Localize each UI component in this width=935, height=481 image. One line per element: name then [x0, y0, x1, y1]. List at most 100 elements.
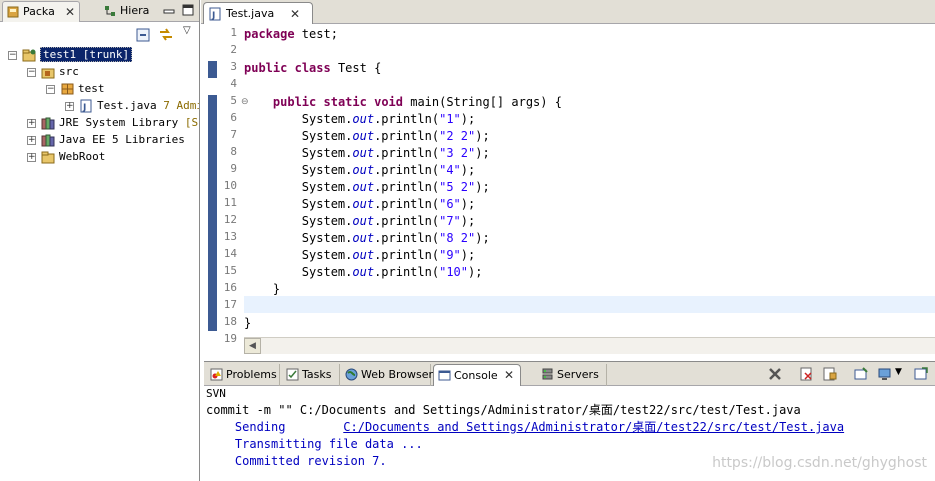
expand-toggle-icon[interactable]: +: [27, 153, 36, 162]
code-text: .println(: [374, 112, 440, 126]
code-line: System.out.println("10");: [244, 264, 483, 281]
tree-item-decoration: 7 Admi: [156, 99, 200, 112]
code-string: "6": [439, 197, 461, 211]
console-text: Committed revision 7.: [206, 454, 387, 468]
expand-toggle-icon[interactable]: +: [27, 136, 36, 145]
tree-item-label: JRE System Library: [59, 116, 179, 129]
code-line: public static void main(String[] args) {: [244, 94, 562, 111]
console-icon: [438, 370, 451, 381]
display-console-icon[interactable]: [877, 367, 893, 381]
file-link[interactable]: C:/Documents and Settings/Administrator/…: [343, 420, 844, 434]
collapse-toggle-icon[interactable]: −: [27, 68, 36, 77]
tab-problems[interactable]: Problems: [206, 364, 280, 386]
tab-test-java[interactable]: J Test.java ✕: [203, 2, 313, 24]
tab-hierarchy[interactable]: Hiera: [100, 1, 160, 22]
collapse-all-icon[interactable]: [136, 28, 150, 42]
close-icon[interactable]: ✕: [290, 7, 300, 21]
line-number: 19: [223, 332, 237, 345]
code-string: "8 2": [439, 231, 476, 245]
pin-console-icon[interactable]: [853, 367, 869, 381]
left-tab-bar: Packa ✕ Hiera: [0, 0, 199, 22]
code-text: System.: [244, 214, 353, 228]
tree-item-webroot[interactable]: + WebRoot: [0, 149, 199, 166]
console-line: Transmitting file data ...: [206, 436, 423, 453]
tree-item-src[interactable]: − src: [0, 64, 199, 81]
code-field: out: [352, 197, 375, 211]
clear-console-icon[interactable]: [799, 367, 815, 381]
tab-servers[interactable]: Servers: [537, 364, 607, 386]
source-folder-icon: [41, 65, 56, 79]
console-text: Sending: [206, 420, 344, 434]
package-explorer-panel: Packa ✕ Hiera ▽ − test1 [trunk] − src − test +…: [0, 0, 200, 481]
tree-item-text: WebRoot: [59, 150, 105, 163]
tree-item-text: Java EE 5 Libraries: [59, 133, 185, 146]
link-with-editor-icon[interactable]: [158, 27, 174, 42]
view-menu-icon[interactable]: ▽: [183, 25, 191, 36]
terminate-icon[interactable]: [767, 367, 783, 381]
tree-item-java-ee-libraries[interactable]: + Java EE 5 Libraries: [0, 132, 199, 149]
line-number-gutter: 1 2 3 4 5 6 7 8 9 10 11 12 13 14 15 16 17 18 19 ⊖: [219, 24, 249, 345]
tasks-icon: [286, 368, 299, 381]
editor-tab-bar: J Test.java ✕: [201, 0, 935, 24]
open-console-icon[interactable]: [913, 367, 929, 381]
collapse-toggle-icon[interactable]: −: [8, 51, 17, 60]
scroll-lock-icon[interactable]: [822, 367, 838, 381]
console-text: commit -m "" C:/Documents and Settings/A…: [206, 403, 801, 417]
line-number: 5: [230, 94, 237, 107]
tab-label: Web Browser: [361, 368, 434, 381]
tab-label: Hiera: [120, 4, 150, 17]
code-text: .println(: [374, 214, 440, 228]
code-text: .println(: [374, 248, 440, 262]
code-line: }: [244, 281, 280, 298]
line-number: 15: [223, 264, 237, 277]
tree-item-label: Java EE 5 Libraries: [59, 133, 185, 146]
code-field: out: [352, 180, 375, 194]
tab-label: Tasks: [302, 368, 332, 381]
collapse-toggle-icon[interactable]: −: [46, 85, 55, 94]
line-number: 13: [223, 230, 237, 243]
library-icon: [41, 133, 56, 147]
tree-item-jre-system-library[interactable]: + JRE System Library [Su: [0, 115, 199, 132]
tab-package-explorer[interactable]: Packa ✕: [2, 1, 80, 22]
code-text: .println(: [374, 265, 440, 279]
scroll-left-arrow-icon[interactable]: ◀: [244, 338, 261, 354]
line-number: 6: [230, 111, 237, 124]
horizontal-scrollbar[interactable]: ◀: [244, 337, 935, 354]
code-text: );: [475, 146, 490, 160]
line-number: 3: [230, 60, 237, 73]
chevron-down-icon[interactable]: ▼: [895, 367, 902, 377]
tree-item-label: WebRoot: [59, 150, 106, 163]
expand-toggle-icon[interactable]: +: [27, 119, 36, 128]
tab-web-browser[interactable]: Web Browser: [341, 364, 434, 386]
maximize-icon[interactable]: [182, 4, 194, 16]
code-keyword: class: [294, 61, 331, 75]
tree-item-test1[interactable]: − test1 [trunk]: [0, 47, 199, 64]
console-text: Transmitting file data ...: [206, 437, 423, 451]
tree-item-test-package[interactable]: − test: [0, 81, 199, 98]
tree-item-test-java[interactable]: + J Test.java 7 Admi: [0, 98, 200, 115]
expand-toggle-icon[interactable]: +: [65, 102, 74, 111]
line-number: 8: [230, 145, 237, 158]
code-text: );: [460, 197, 476, 211]
minimize-icon[interactable]: [163, 5, 175, 17]
code-string: "1": [439, 112, 461, 126]
code-keyword: package: [244, 27, 295, 41]
close-icon[interactable]: ✕: [504, 368, 514, 382]
close-icon[interactable]: ✕: [65, 5, 75, 19]
code-field: out: [352, 146, 375, 160]
code-area[interactable]: package test; public class Test { public …: [244, 24, 935, 334]
java-editor: J Test.java ✕ 1 2 3 4 5 6 7 8 9 10 11 12 13 14 15 16 17 1…: [201, 0, 935, 358]
tab-tasks[interactable]: Tasks: [282, 364, 340, 386]
code-field: out: [352, 129, 375, 143]
project-icon: [22, 48, 37, 62]
problems-icon: [210, 368, 223, 381]
bottom-tab-bar: Problems Tasks Web Browser Console ✕ Ser…: [204, 362, 935, 386]
line-number: 4: [230, 77, 237, 90]
tab-console[interactable]: Console ✕: [433, 364, 521, 386]
code-text: System.: [244, 197, 353, 211]
code-keyword: static: [323, 95, 367, 109]
tab-label: Problems: [226, 368, 277, 381]
code-field: out: [352, 112, 375, 126]
